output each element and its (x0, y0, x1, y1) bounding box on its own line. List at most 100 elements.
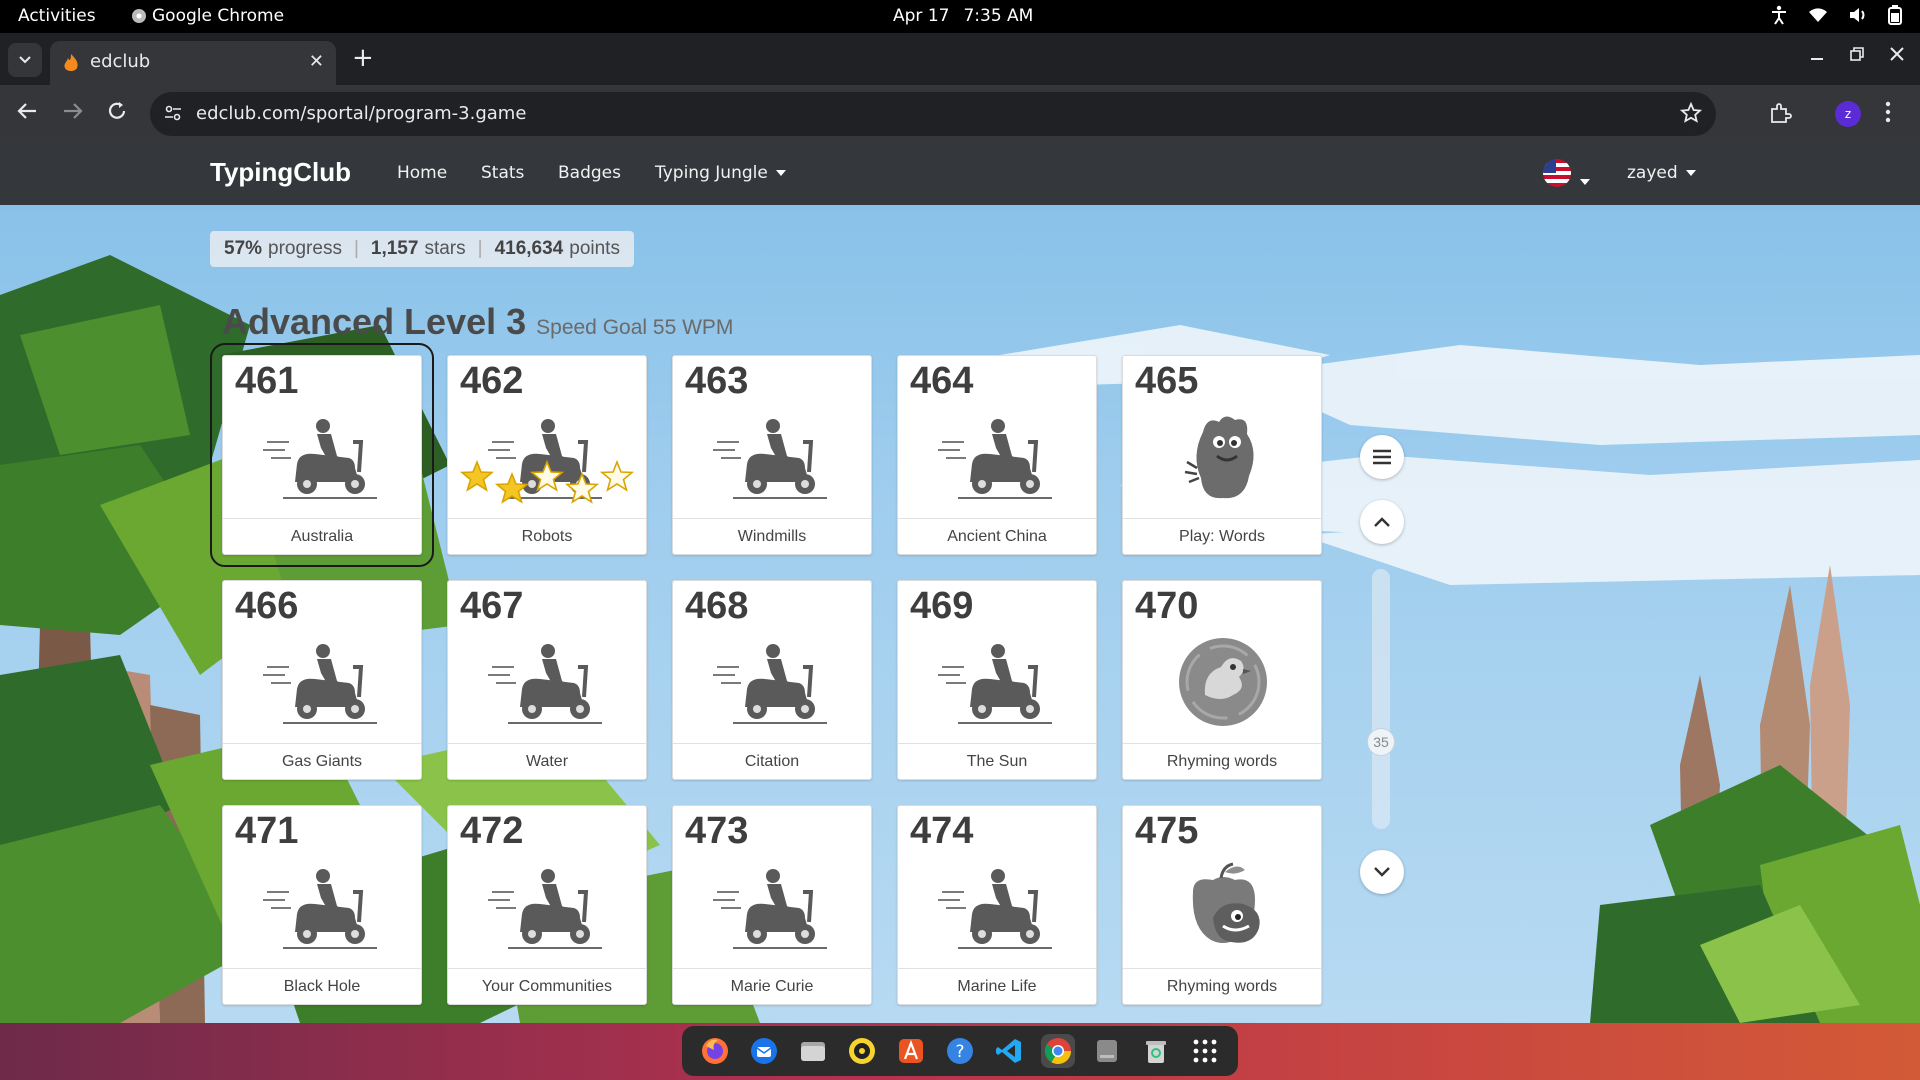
lesson-scroll-thumb[interactable]: 35 (1367, 728, 1395, 756)
nav-typing-jungle-dropdown[interactable]: Typing Jungle (655, 163, 786, 183)
bookmark-star-icon[interactable] (1680, 102, 1702, 124)
forward-arrow-icon[interactable] (62, 100, 84, 122)
points-value: 416,634 (494, 238, 564, 259)
kebab-menu-icon[interactable] (1885, 101, 1891, 123)
lesson-title: Australia (223, 518, 421, 554)
lesson-card-473[interactable]: 473 Marie Curie (672, 805, 872, 1005)
user-menu-dropdown[interactable]: zayed (1627, 163, 1696, 183)
browser-toolbar: edclub.com/sportal/program-3.game z (0, 85, 1920, 143)
stars-value: 1,157 (370, 238, 419, 259)
lesson-scroll-track[interactable] (1372, 569, 1390, 829)
reload-icon[interactable] (106, 100, 128, 122)
lesson-card-461[interactable]: 461 Australia (210, 343, 434, 567)
lesson-number: 465 (1135, 360, 1199, 402)
firefox-icon[interactable] (698, 1034, 732, 1068)
points-label: points (569, 238, 620, 259)
thunderbird-icon[interactable] (747, 1034, 781, 1068)
lesson-card-470[interactable]: 470 Rhyming words (1122, 580, 1322, 780)
filled-star-icon (460, 459, 495, 492)
accessibility-icon[interactable] (1770, 5, 1788, 25)
tab-edclub[interactable]: edclub ✕ (50, 41, 336, 85)
lesson-title: Marine Life (898, 968, 1096, 1004)
lesson-card-464[interactable]: 464 Ancient China (897, 355, 1097, 555)
chevron-up-icon (1374, 517, 1390, 527)
progress-label: progress (268, 238, 342, 259)
lesson-number: 470 (1135, 585, 1199, 627)
back-arrow-icon[interactable] (16, 100, 38, 122)
profile-avatar[interactable]: z (1835, 101, 1861, 127)
lesson-number: 466 (235, 585, 299, 627)
system-top-bar: Activities Google Chrome Apr 17 7:35 AM (0, 0, 1920, 33)
lesson-list-menu-button[interactable] (1360, 435, 1404, 479)
lesson-title: Gas Giants (223, 743, 421, 779)
tab-search-button[interactable] (8, 43, 42, 77)
chevron-down-icon (19, 56, 31, 64)
lesson-card-474[interactable]: 474 Marine Life (897, 805, 1097, 1005)
filled-star-icon (494, 471, 530, 504)
site-navbar: TypingClub Home Stats Badges Typing Jung… (0, 143, 1920, 205)
lesson-card-472[interactable]: 472 Your Communities (447, 805, 647, 1005)
scooter-icon (938, 862, 1058, 952)
chrome-icon[interactable] (1041, 1034, 1076, 1068)
lesson-card-465[interactable]: 465 Play: Words (1122, 355, 1322, 555)
lesson-card-462[interactable]: 462 Robots (447, 355, 647, 555)
nav-badges[interactable]: Badges (558, 163, 621, 183)
lesson-title: Citation (673, 743, 871, 779)
trash-icon[interactable] (1139, 1034, 1173, 1068)
restore-icon[interactable] (1850, 47, 1864, 61)
address-bar[interactable]: edclub.com/sportal/program-3.game (150, 92, 1716, 136)
lesson-card-468[interactable]: 468 Citation (672, 580, 872, 780)
site-info-icon[interactable] (164, 104, 182, 122)
scooter-icon (263, 412, 383, 502)
scroll-up-button[interactable] (1360, 500, 1404, 544)
scooter-icon (938, 412, 1058, 502)
time-label: 7:35 AM (963, 6, 1034, 26)
bird-coin-icon (1163, 637, 1283, 727)
wifi-icon[interactable] (1808, 6, 1828, 24)
lesson-number: 471 (235, 810, 299, 852)
lesson-card-466[interactable]: 466 Gas Giants (222, 580, 422, 780)
tab-close-icon[interactable]: ✕ (309, 51, 324, 72)
us-flag-icon[interactable] (1543, 159, 1571, 187)
lesson-card-475[interactable]: 475 Rhyming words (1122, 805, 1322, 1005)
lesson-title: Ancient China (898, 518, 1096, 554)
files-icon[interactable] (796, 1034, 830, 1068)
app-center-icon[interactable] (894, 1034, 928, 1068)
close-window-icon[interactable] (1890, 47, 1904, 61)
extensions-icon[interactable] (1768, 101, 1792, 125)
language-caret-down-icon[interactable] (1580, 171, 1590, 190)
disk-icon[interactable] (1090, 1034, 1124, 1068)
activities-button[interactable]: Activities (18, 6, 96, 26)
divider: | (353, 238, 359, 259)
lesson-number: 474 (910, 810, 974, 852)
rhythmbox-icon[interactable] (845, 1034, 879, 1068)
help-icon[interactable]: ? (943, 1034, 977, 1068)
battery-icon[interactable] (1888, 5, 1902, 25)
lesson-number: 468 (685, 585, 749, 627)
clock[interactable]: Apr 17 7:35 AM (893, 6, 1047, 26)
nav-stats[interactable]: Stats (481, 163, 524, 183)
app-grid-icon[interactable] (1188, 1034, 1222, 1068)
lesson-title: The Sun (898, 743, 1096, 779)
progress-value: 57% (224, 238, 263, 259)
new-tab-button[interactable]: + (352, 44, 374, 72)
brand-logo[interactable]: TypingClub (210, 157, 351, 188)
lesson-number: 462 (460, 360, 524, 402)
lesson-card-463[interactable]: 463 Windmills (672, 355, 872, 555)
tab-strip: edclub ✕ + (0, 33, 1920, 85)
lesson-card-467[interactable]: 467 Water (447, 580, 647, 780)
minimize-icon[interactable] (1810, 47, 1824, 61)
scooter-icon (938, 637, 1058, 727)
lesson-card-471[interactable]: 471 Black Hole (222, 805, 422, 1005)
nav-home[interactable]: Home (397, 163, 447, 183)
system-tray[interactable] (1770, 5, 1902, 25)
vscode-icon[interactable] (992, 1034, 1026, 1068)
edclub-favicon-icon (64, 54, 78, 71)
lesson-card-469[interactable]: 469 The Sun (897, 580, 1097, 780)
user-name: zayed (1627, 163, 1678, 183)
volume-icon[interactable] (1848, 6, 1868, 24)
scroll-down-button[interactable] (1360, 850, 1404, 894)
lesson-number: 475 (1135, 810, 1199, 852)
dock: ? (682, 1026, 1238, 1076)
app-menu[interactable]: Google Chrome (132, 6, 284, 26)
